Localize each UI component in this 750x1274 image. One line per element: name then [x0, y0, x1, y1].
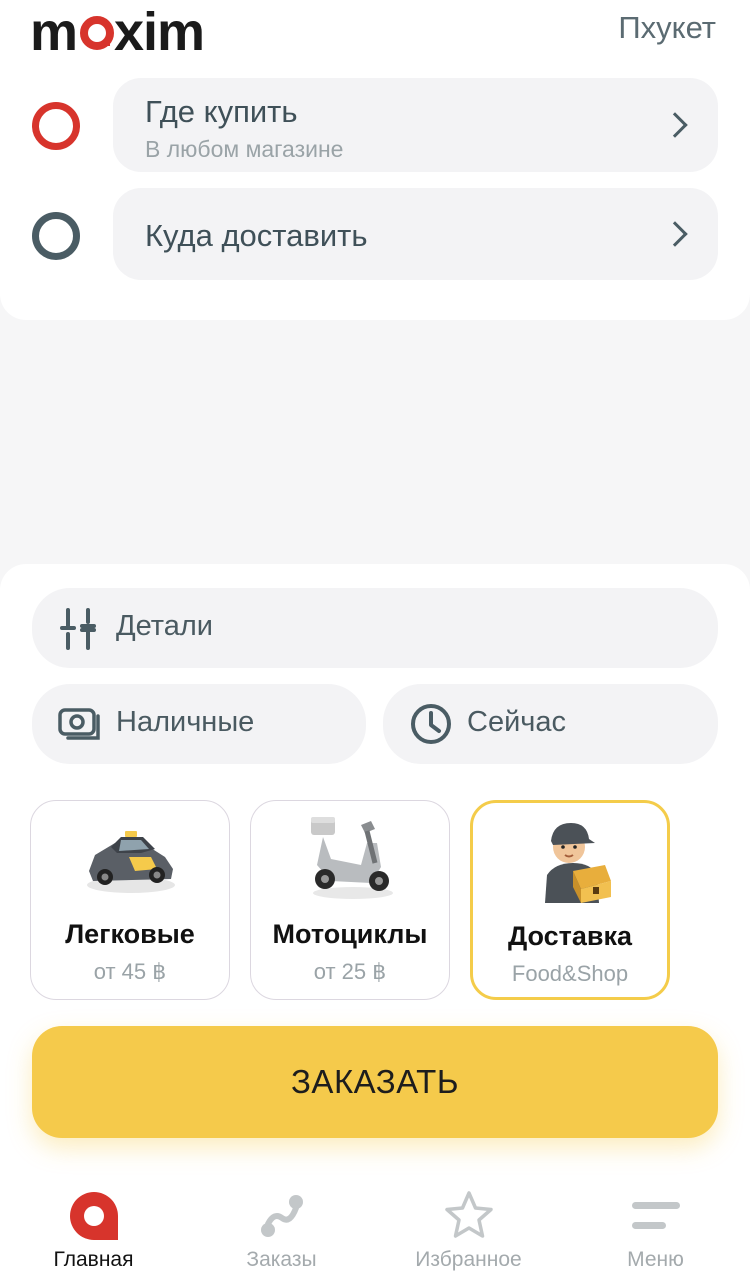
- home-pin-icon: [69, 1192, 118, 1240]
- menu-icon: [631, 1202, 680, 1229]
- sliders-icon: [60, 608, 96, 650]
- city-selector[interactable]: Пхукет: [618, 10, 716, 46]
- destination-field[interactable]: Куда доставить: [113, 188, 718, 280]
- nav-item-menu[interactable]: Меню: [562, 1180, 749, 1274]
- nav-item-orders[interactable]: Заказы: [188, 1180, 375, 1274]
- time-button[interactable]: Сейчас: [383, 684, 718, 764]
- svg-text:m: m: [30, 4, 77, 60]
- destination-row: Куда доставить: [0, 188, 750, 280]
- destination-title: Куда доставить: [145, 218, 368, 253]
- tariff-cars[interactable]: Легковые от 45 ฿: [30, 800, 230, 1000]
- nav-label: Главная: [53, 1248, 134, 1271]
- clock-icon: [411, 704, 451, 744]
- svg-text:xim: xim: [114, 4, 204, 60]
- tariff-name: Доставка: [507, 921, 633, 951]
- payment-label: Наличные: [116, 706, 255, 738]
- orders-route-icon: [260, 1195, 303, 1237]
- pickup-subtitle: В любом магазине: [145, 136, 344, 162]
- destination-marker-icon: [32, 212, 80, 260]
- details-label: Детали: [116, 610, 214, 642]
- details-button[interactable]: Детали: [32, 588, 718, 668]
- maxim-logo: m xim maxim: [30, 4, 230, 60]
- courier-icon: [545, 823, 611, 903]
- pickup-marker-icon: [32, 102, 80, 150]
- tariff-name: Легковые: [65, 919, 195, 949]
- tariff-name: Мотоциклы: [272, 919, 428, 949]
- chevron-right-icon: [662, 221, 688, 247]
- pickup-field[interactable]: Где купить В любом магазине: [113, 78, 718, 172]
- tariff-delivery[interactable]: Доставка Food&Shop: [470, 800, 670, 1000]
- star-icon: [444, 1191, 493, 1238]
- tariff-price: от 45 ฿: [93, 959, 167, 984]
- tariff-price: от 25 ฿: [313, 959, 387, 984]
- chevron-right-icon: [662, 112, 688, 138]
- tariff-motorcycles[interactable]: Мотоциклы от 25 ฿: [250, 800, 450, 1000]
- payment-button[interactable]: Наличные: [32, 684, 366, 764]
- pickup-row: Где купить В любом магазине: [0, 78, 750, 172]
- nav-label: Избранное: [415, 1248, 522, 1271]
- car-icon: [87, 831, 175, 893]
- bottom-nav: Главная Заказы Избранное Меню: [0, 1180, 750, 1274]
- nav-label: Заказы: [246, 1248, 317, 1271]
- map-area[interactable]: [0, 320, 750, 564]
- time-label: Сейчас: [467, 706, 567, 738]
- order-button[interactable]: ЗАКАЗАТЬ: [32, 1026, 718, 1138]
- nav-item-home[interactable]: Главная: [0, 1180, 187, 1274]
- cash-icon: [58, 708, 100, 740]
- address-card: m xim maxim Пхукет Где купить В любом ма…: [0, 0, 750, 320]
- order-sheet: Детали Наличные Сейчас Легковые от 45 ฿: [0, 564, 750, 1274]
- tariff-subtitle: Food&Shop: [511, 961, 629, 986]
- pickup-title: Где купить: [145, 94, 298, 129]
- nav-item-favorites[interactable]: Избранное: [375, 1180, 562, 1274]
- nav-label: Меню: [627, 1248, 684, 1271]
- scooter-icon: [311, 817, 393, 899]
